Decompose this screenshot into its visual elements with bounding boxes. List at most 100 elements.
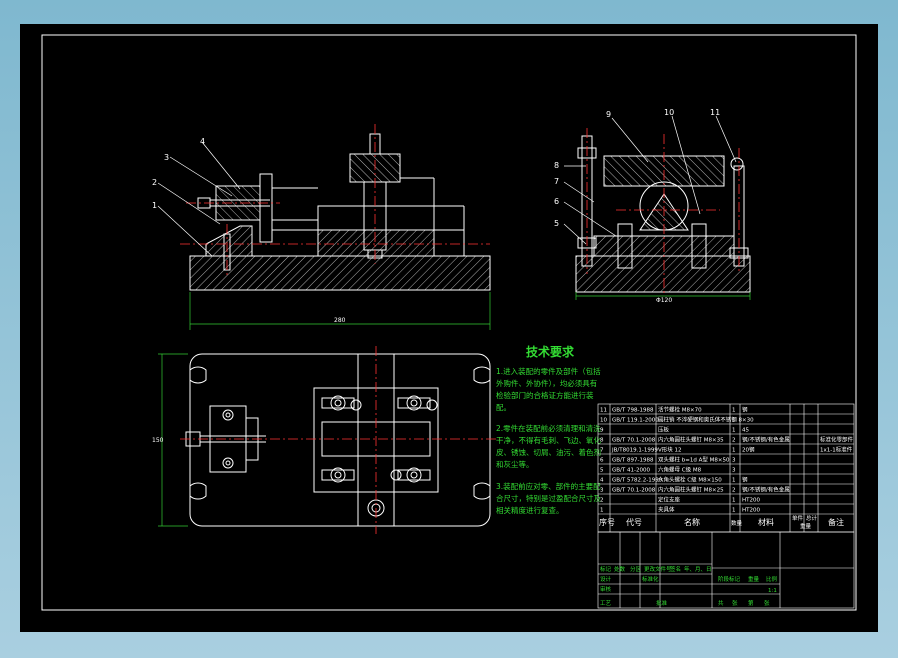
callout-3: 3 <box>164 153 169 162</box>
bom-header-code: 代号 <box>626 517 642 527</box>
bom-cell-qty: 2 <box>732 438 736 444</box>
tech-req-line-2: 外购件、外协件），均必须具有 <box>496 378 598 388</box>
top-base-plate <box>189 353 491 527</box>
bom-cell-code: GB/T 119.1-2000 <box>612 418 659 424</box>
bom-cell-name: 夹具体 <box>658 506 675 514</box>
top-view <box>185 353 491 527</box>
bom-cell-name: 双头螺柱 b=1d A型 M8×50 <box>658 456 730 464</box>
tech-req-line-1: 1.进入装配的零件及部件（包括 <box>496 366 601 376</box>
tb-sheets-total-b: 张 <box>732 599 738 607</box>
tech-req-line-6: 干净，不得有毛刺、飞边、氧化 <box>496 435 601 445</box>
bom-cell-qty: 1 <box>732 418 736 424</box>
front-view <box>189 133 491 291</box>
tb-weight: 重量 <box>748 575 760 583</box>
bom-cell-material: 钢/不锈钢/有色金属 <box>742 486 790 494</box>
bom-cell-name: 六角头螺栓 C级 M8×150 <box>658 476 722 484</box>
tech-req-line-7: 皮、锈蚀、切屑、油污、着色剂 <box>496 447 601 457</box>
tb-sheets-no-a: 第 <box>748 599 754 607</box>
bom-rows: 11 GB/T 798-1988 活节螺栓 M8×70 1 钢10 GB/T 119.1-… <box>598 406 854 515</box>
front-dimension <box>189 292 491 330</box>
tb-zone: 分区 <box>630 565 642 573</box>
tb-change: 更改文件号 <box>644 565 672 573</box>
bom-header-weight: 重量 <box>800 522 812 530</box>
bom-header-note: 备注 <box>828 517 844 527</box>
tb-design: 设计 <box>600 575 612 583</box>
bom-cell-qty: 3 <box>732 458 736 464</box>
bom-cell-no: 6 <box>600 458 604 464</box>
bom-header-material: 材料 <box>758 517 774 527</box>
bom-cell-name: 内六角圆柱头螺钉 M8×35 <box>658 436 724 444</box>
bom-cell-name: 圆柱销 不淬硬钢和奥氏体不锈钢 8×30 <box>658 416 754 424</box>
bom-cell-qty: 1 <box>732 428 736 434</box>
bom-cell-material: 钢/不锈钢/有色金属 <box>742 436 790 444</box>
side-base <box>575 255 751 293</box>
bom-cell-no: 9 <box>600 428 604 434</box>
bom-cell-material: HT200 <box>742 498 760 504</box>
bom-cell-code: GB/T 897-1988 <box>612 458 654 464</box>
bom-cell-material: 钢 <box>742 406 748 414</box>
bom-cell-code: GB/T 798-1988 <box>612 408 654 414</box>
callout-10: 10 <box>664 108 674 117</box>
bom-cell-name: 定位支座 <box>658 496 681 504</box>
bom-cell-no: 7 <box>600 448 604 454</box>
tb-review: 审核 <box>600 585 612 593</box>
tech-req-line-10: 合尺寸，特别是过盈配合尺寸及 <box>496 493 601 503</box>
bom-cell-no: 10 <box>600 418 607 424</box>
bom-cell-qty: 1 <box>732 478 736 484</box>
bom-cell-name: V形块 12 <box>658 446 682 454</box>
bom-cell-material: HT200 <box>742 508 760 514</box>
bom-cell-material: 20钢 <box>742 446 755 454</box>
bom-header-name: 名称 <box>684 517 700 527</box>
bom-cell-material: 45 <box>742 428 749 434</box>
front-base <box>189 255 491 291</box>
side-view <box>575 135 751 293</box>
tb-process: 工艺 <box>600 600 612 607</box>
tech-req-line-11: 相关精度进行复查。 <box>496 505 564 515</box>
callout-8: 8 <box>554 161 559 170</box>
bom-cell-name: 活节螺栓 M8×70 <box>658 406 702 414</box>
bom-cell-name: 内六角圆柱头螺钉 M8×25 <box>658 486 724 494</box>
callout-11: 11 <box>710 108 720 117</box>
tb-sign: 签名 <box>670 565 681 573</box>
front-dimension-text: 280 <box>334 317 346 324</box>
callout-7: 7 <box>554 177 559 186</box>
bom-cell-code: GB/T 41-2000 <box>612 468 650 474</box>
tech-req-line-8: 和灰尘等。 <box>496 459 534 469</box>
bom-cell-code: GB/T 70.1-2008 <box>612 438 656 444</box>
bom-cell-qty: 1 <box>732 448 736 454</box>
tech-req-line-3: 检验部门的合格证方能进行装 <box>496 390 594 400</box>
bom-cell-no: 5 <box>600 468 604 474</box>
tb-standardize: 标准化 <box>642 575 659 583</box>
callout-2: 2 <box>152 178 157 187</box>
bom-cell-no: 3 <box>600 488 604 494</box>
callout-5: 5 <box>554 219 559 228</box>
front-right-block <box>317 229 435 257</box>
front-left-bracket <box>205 225 253 257</box>
tb-sheets-total-a: 共 <box>718 599 724 607</box>
bom-cell-note: 1x1-1标准件 <box>820 446 853 454</box>
callout-1: 1 <box>152 201 157 210</box>
bom-cell-code: GB/T 5782.2-1999 <box>612 478 663 484</box>
tb-scale-value: 1:1 <box>768 588 777 594</box>
tb-mark: 标记 <box>600 565 612 573</box>
bom-cell-no: 1 <box>600 508 604 514</box>
tb-sheets-no-b: 张 <box>764 599 770 607</box>
bom-cell-qty: 1 <box>732 508 736 514</box>
bom-cell-qty: 2 <box>732 488 736 494</box>
tb-date: 年、月、日 <box>684 565 712 573</box>
bom-cell-qty: 1 <box>732 408 736 414</box>
bom-cell-note: 标准化零部件 <box>820 436 854 444</box>
cad-drawing: 1 2 3 4 280 5 6 7 8 9 10 11 Φ120 150 技术要… <box>41 34 857 611</box>
tb-scale: 比例 <box>766 575 778 583</box>
bom-header-no: 序号 <box>599 517 615 527</box>
bom-header-qty: 数量 <box>731 519 743 527</box>
bom-cell-name: 六角螺母 C级 M8 <box>658 466 702 474</box>
tech-req-line-5: 2.零件在装配前必须清理和清洗 <box>496 423 601 433</box>
bom-cell-material: 钢 <box>742 476 748 484</box>
bom-cell-code: JB/T8019.1-1999 <box>611 448 658 454</box>
tb-count: 处数 <box>614 565 626 573</box>
drawing-sheet: 1 2 3 4 280 5 6 7 8 9 10 11 Φ120 150 技术要… <box>20 24 878 632</box>
bom-header-total: 总计 <box>806 514 818 522</box>
bom-cell-no: 11 <box>600 408 607 414</box>
callout-9: 9 <box>606 110 611 119</box>
